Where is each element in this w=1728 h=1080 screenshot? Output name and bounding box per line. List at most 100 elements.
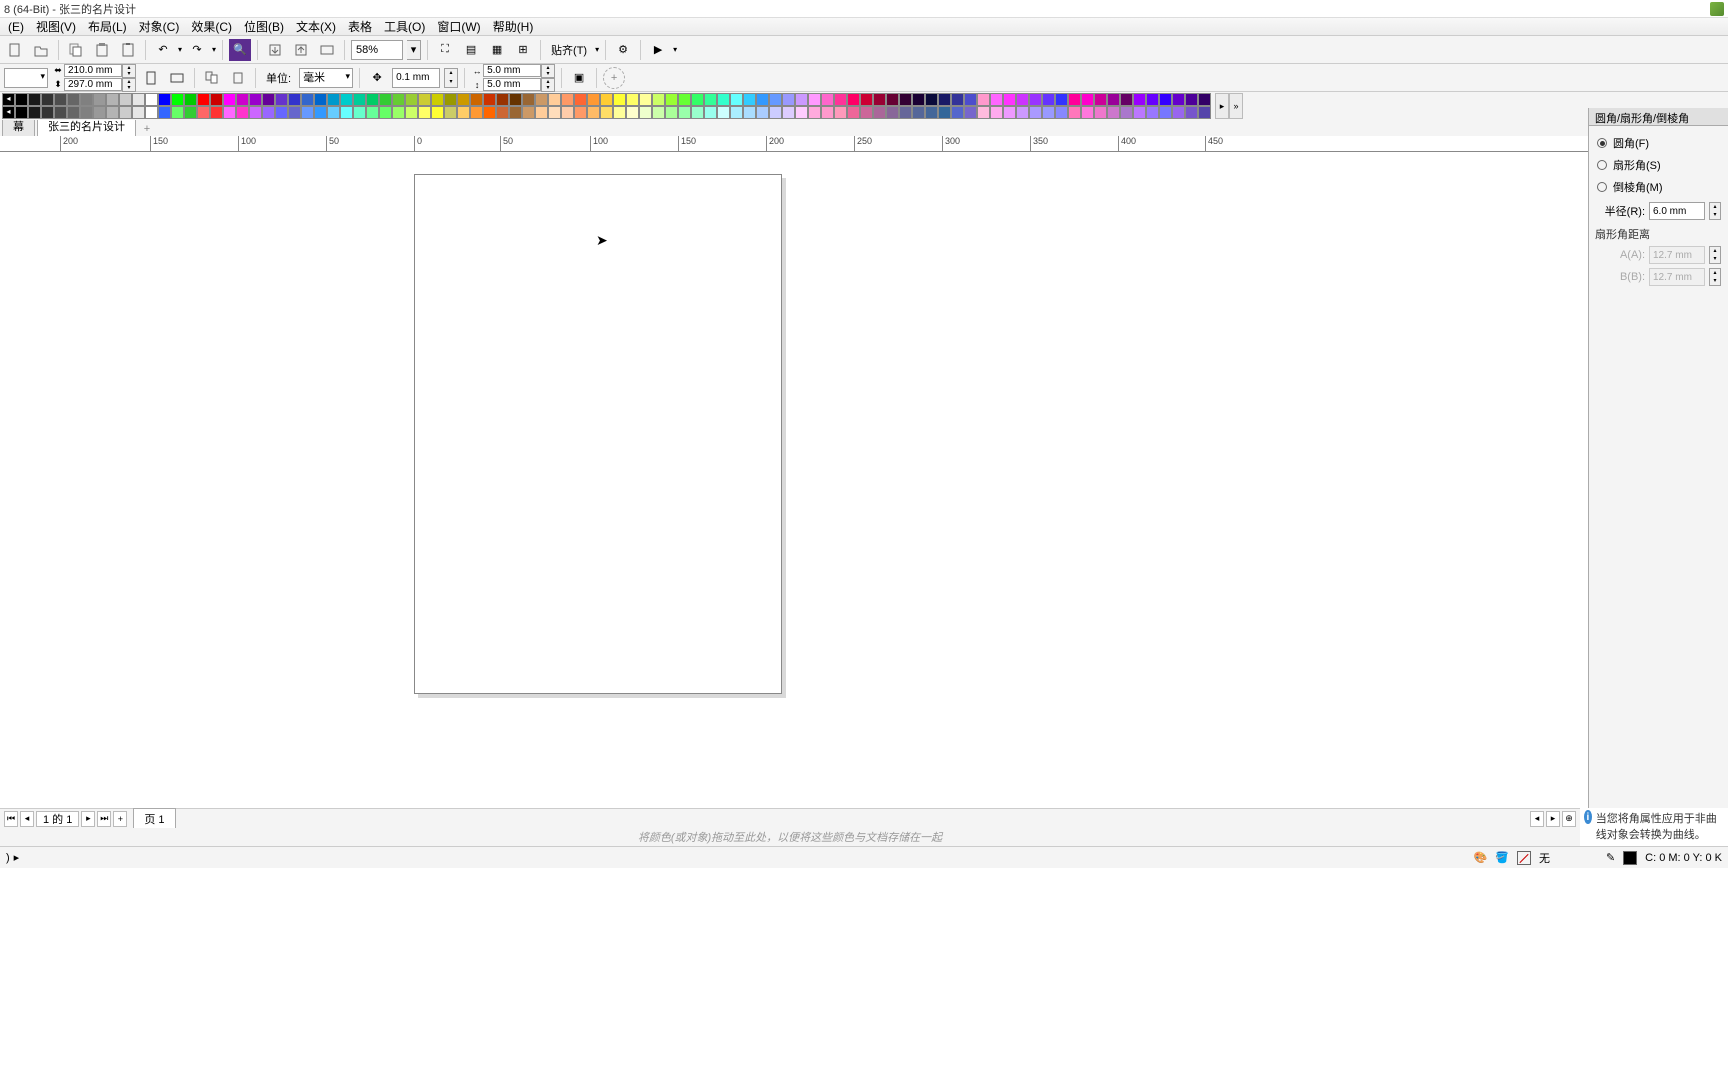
menu-layout[interactable]: 布局(L) bbox=[82, 16, 133, 37]
open-button[interactable] bbox=[30, 39, 52, 61]
redo-dropdown[interactable]: ▾ bbox=[212, 45, 216, 54]
color-swatch[interactable] bbox=[574, 93, 587, 106]
color-swatch[interactable] bbox=[704, 106, 717, 119]
color-swatch[interactable] bbox=[353, 106, 366, 119]
color-swatch[interactable] bbox=[158, 106, 171, 119]
color-swatch[interactable] bbox=[951, 106, 964, 119]
color-swatch[interactable] bbox=[301, 93, 314, 106]
show-guides-button[interactable]: ⊞ bbox=[512, 39, 534, 61]
copy-button[interactable] bbox=[65, 39, 87, 61]
color-swatch[interactable] bbox=[1042, 93, 1055, 106]
color-swatch[interactable] bbox=[834, 106, 847, 119]
color-swatch[interactable] bbox=[67, 93, 80, 106]
color-swatch[interactable] bbox=[496, 106, 509, 119]
color-swatch[interactable] bbox=[431, 93, 444, 106]
color-swatch[interactable] bbox=[275, 106, 288, 119]
publish-button[interactable] bbox=[316, 39, 338, 61]
menu-effects[interactable]: 效果(C) bbox=[185, 16, 238, 37]
color-swatch[interactable] bbox=[236, 93, 249, 106]
color-swatch[interactable] bbox=[1016, 106, 1029, 119]
color-swatch[interactable] bbox=[938, 106, 951, 119]
menu-help[interactable]: 帮助(H) bbox=[487, 16, 540, 37]
color-swatch[interactable] bbox=[1068, 93, 1081, 106]
color-swatch[interactable] bbox=[262, 106, 275, 119]
color-swatch[interactable] bbox=[470, 106, 483, 119]
docker-title[interactable]: 圆角/扇形角/倒棱角 bbox=[1589, 108, 1728, 126]
zoom-fit-button[interactable]: ⊕ bbox=[1562, 811, 1576, 827]
color-swatch[interactable] bbox=[1133, 93, 1146, 106]
color-swatch[interactable] bbox=[1107, 93, 1120, 106]
new-button[interactable] bbox=[4, 39, 26, 61]
radio-scallop[interactable]: 扇形角(S) bbox=[1595, 154, 1722, 176]
outline-pen-icon[interactable]: ✎ bbox=[1606, 851, 1615, 864]
color-swatch[interactable] bbox=[54, 106, 67, 119]
color-swatch[interactable] bbox=[925, 106, 938, 119]
color-swatch[interactable] bbox=[626, 106, 639, 119]
color-swatch[interactable] bbox=[1055, 106, 1068, 119]
color-swatch[interactable] bbox=[197, 93, 210, 106]
color-swatch[interactable] bbox=[743, 93, 756, 106]
color-swatch[interactable] bbox=[1185, 106, 1198, 119]
color-swatch[interactable] bbox=[769, 106, 782, 119]
color-swatch[interactable] bbox=[639, 93, 652, 106]
color-swatch[interactable] bbox=[1146, 93, 1159, 106]
color-swatch[interactable] bbox=[1055, 93, 1068, 106]
color-swatch[interactable] bbox=[535, 93, 548, 106]
height-spinner[interactable]: ▴▾ bbox=[122, 78, 136, 92]
color-swatch[interactable] bbox=[431, 106, 444, 119]
options-button[interactable]: ⚙ bbox=[612, 39, 634, 61]
palette-scroll-right[interactable]: ▸ bbox=[1215, 93, 1229, 119]
palette-icon[interactable]: 🎨 bbox=[1474, 851, 1488, 864]
import-button[interactable] bbox=[264, 39, 286, 61]
horizontal-ruler[interactable]: 毫米 2001501005005010015020025030035040045… bbox=[0, 136, 1728, 152]
color-swatch[interactable] bbox=[535, 106, 548, 119]
color-swatch[interactable] bbox=[808, 93, 821, 106]
color-swatch[interactable] bbox=[119, 106, 132, 119]
page-preset-select[interactable] bbox=[4, 68, 48, 88]
dupy-spinner[interactable]: ▴▾ bbox=[541, 78, 555, 92]
dupy-input[interactable] bbox=[483, 78, 541, 91]
color-swatch[interactable] bbox=[210, 106, 223, 119]
color-swatch[interactable] bbox=[665, 93, 678, 106]
color-swatch[interactable] bbox=[41, 93, 54, 106]
radius-input[interactable] bbox=[1649, 202, 1705, 220]
color-swatch[interactable] bbox=[470, 93, 483, 106]
color-swatch[interactable] bbox=[1029, 93, 1042, 106]
color-swatch[interactable] bbox=[886, 93, 899, 106]
last-page-button[interactable]: ⏭ bbox=[97, 811, 111, 827]
all-pages-button[interactable] bbox=[201, 67, 223, 89]
color-swatch[interactable] bbox=[145, 93, 158, 106]
color-swatch[interactable] bbox=[80, 106, 93, 119]
page-height-input[interactable] bbox=[64, 78, 122, 91]
color-swatch[interactable] bbox=[236, 106, 249, 119]
color-swatch[interactable] bbox=[1107, 106, 1120, 119]
treat-as-filled-button[interactable]: ▣ bbox=[568, 67, 590, 89]
color-swatch[interactable] bbox=[834, 93, 847, 106]
radio-chamfer[interactable]: 倒棱角(M) bbox=[1595, 176, 1722, 198]
color-swatch[interactable] bbox=[821, 106, 834, 119]
color-swatch[interactable] bbox=[691, 106, 704, 119]
color-swatch[interactable] bbox=[522, 106, 535, 119]
color-swatch[interactable] bbox=[1042, 106, 1055, 119]
color-swatch[interactable] bbox=[639, 106, 652, 119]
color-swatch[interactable] bbox=[743, 106, 756, 119]
color-swatch[interactable] bbox=[1094, 93, 1107, 106]
color-swatch[interactable] bbox=[795, 93, 808, 106]
color-swatch[interactable] bbox=[1003, 106, 1016, 119]
color-swatch[interactable] bbox=[15, 106, 28, 119]
snap-label[interactable]: 贴齐(T) bbox=[547, 40, 591, 60]
color-swatch[interactable] bbox=[717, 106, 730, 119]
zoom-input[interactable] bbox=[351, 40, 403, 60]
color-swatch[interactable] bbox=[1003, 93, 1016, 106]
color-swatch[interactable] bbox=[366, 106, 379, 119]
color-swatch[interactable] bbox=[54, 93, 67, 106]
clipboard-button[interactable] bbox=[117, 39, 139, 61]
color-swatch[interactable] bbox=[587, 93, 600, 106]
color-swatch[interactable] bbox=[1016, 93, 1029, 106]
color-swatch[interactable] bbox=[184, 106, 197, 119]
nudge-spinner[interactable]: ▴▾ bbox=[444, 68, 458, 88]
color-swatch[interactable] bbox=[41, 106, 54, 119]
current-page-button[interactable] bbox=[227, 67, 249, 89]
menu-file[interactable]: (E) bbox=[2, 18, 30, 36]
color-swatch[interactable] bbox=[444, 106, 457, 119]
